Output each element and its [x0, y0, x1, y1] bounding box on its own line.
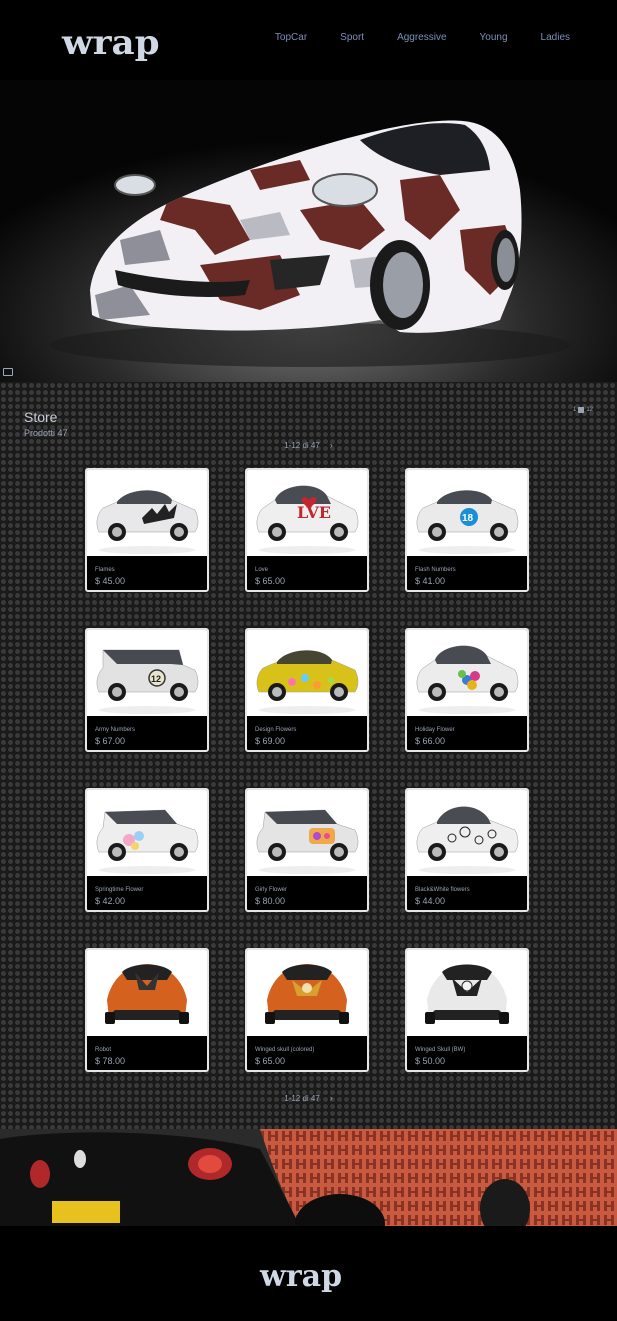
- pager-top: 1-12 di 47 ›: [0, 440, 617, 450]
- product-car-image: [425, 964, 509, 1024]
- chevron-right-icon[interactable]: ›: [330, 1093, 333, 1103]
- product-name[interactable]: Robot: [95, 1047, 111, 1053]
- product-price: $ 66.00: [415, 736, 446, 746]
- product-card[interactable]: Girly Flower $ 80.00: [245, 788, 369, 912]
- product-price: $ 41.00: [415, 576, 446, 586]
- product-image[interactable]: LVE: [247, 470, 367, 556]
- bottom-banner: [0, 1129, 617, 1226]
- product-price: $ 65.00: [255, 576, 286, 586]
- nav-sport[interactable]: Sport: [340, 32, 364, 43]
- product-car-image: [256, 809, 359, 874]
- product-image[interactable]: [247, 630, 367, 716]
- product-card[interactable]: 12 Army Numbers $ 67.00: [85, 628, 209, 752]
- product-price: $ 80.00: [255, 896, 286, 906]
- view-label: 1: [572, 407, 577, 413]
- product-car-image: [265, 964, 349, 1024]
- product-card[interactable]: Design Flowers $ 69.00: [245, 628, 369, 752]
- product-card[interactable]: LVE Love $ 65.00: [245, 468, 369, 592]
- product-car-image: [416, 645, 519, 714]
- product-name[interactable]: Flash Numbers: [415, 567, 456, 573]
- pager-label: 1-12 di 47: [284, 1094, 320, 1103]
- product-name[interactable]: Winged Skull (BW): [415, 1047, 465, 1053]
- product-count: Prodotti 47: [24, 428, 68, 438]
- site-header: wrap TopCar Sport Aggressive Young Ladie…: [0, 0, 617, 80]
- product-card[interactable]: 18 Flash Numbers $ 41.00: [405, 468, 529, 592]
- pager-bottom: 1-12 di 47 ›: [0, 1093, 617, 1103]
- product-car-image: [105, 964, 189, 1024]
- svg-text:18: 18: [462, 513, 474, 524]
- nav-young[interactable]: Young: [480, 32, 508, 43]
- product-car-image: LVE: [256, 485, 359, 554]
- product-card[interactable]: Winged Skull (BW) $ 50.00: [405, 948, 529, 1072]
- main-nav: TopCar Sport Aggressive Young Ladies: [242, 32, 570, 43]
- product-image[interactable]: 12: [87, 630, 207, 716]
- product-price: $ 45.00: [95, 576, 126, 586]
- product-price: $ 67.00: [95, 736, 126, 746]
- product-card[interactable]: Winged skull (colored) $ 65.00: [245, 948, 369, 1072]
- product-car-image: [96, 809, 199, 874]
- view-label-2: 12: [586, 407, 593, 413]
- hero-banner: [0, 80, 617, 382]
- store-title: Store: [24, 409, 58, 425]
- product-card[interactable]: Flames $ 45.00: [85, 468, 209, 592]
- product-car-image: 12: [96, 649, 199, 714]
- product-card[interactable]: Springtime Flower $ 42.00: [85, 788, 209, 912]
- nav-aggressive[interactable]: Aggressive: [397, 32, 446, 43]
- product-car-image: [256, 650, 359, 714]
- site-logo[interactable]: wrap: [62, 26, 160, 60]
- product-image[interactable]: 18: [407, 470, 527, 556]
- product-name[interactable]: Love: [255, 567, 268, 573]
- nav-ladies[interactable]: Ladies: [541, 32, 570, 43]
- product-image[interactable]: [407, 790, 527, 876]
- product-car-image: [416, 806, 519, 874]
- site-footer: wrap: [0, 1226, 617, 1321]
- product-price: $ 44.00: [415, 896, 446, 906]
- product-name[interactable]: Springtime Flower: [95, 887, 143, 893]
- product-name[interactable]: Holiday Flower: [415, 727, 455, 733]
- product-card[interactable]: Black&White flowers $ 44.00: [405, 788, 529, 912]
- product-price: $ 50.00: [415, 1056, 446, 1066]
- product-image[interactable]: [407, 630, 527, 716]
- svg-text:LVE: LVE: [297, 503, 331, 522]
- product-image[interactable]: [87, 470, 207, 556]
- view-toggle[interactable]: 1 12: [573, 407, 593, 413]
- nav-topcar[interactable]: TopCar: [275, 32, 307, 43]
- product-image[interactable]: [87, 790, 207, 876]
- product-name[interactable]: Design Flowers: [255, 727, 296, 733]
- product-card[interactable]: Robot $ 78.00: [85, 948, 209, 1072]
- product-image[interactable]: [407, 950, 527, 1036]
- product-image[interactable]: [87, 950, 207, 1036]
- product-price: $ 65.00: [255, 1056, 286, 1066]
- product-car-image: 18: [416, 490, 519, 554]
- product-name[interactable]: Black&White flowers: [415, 887, 470, 893]
- svg-text:12: 12: [151, 674, 161, 684]
- ferrari-image: [0, 1129, 617, 1226]
- footer-logo[interactable]: wrap: [260, 1262, 342, 1292]
- product-car-image: [96, 490, 199, 554]
- product-price: $ 69.00: [255, 736, 286, 746]
- product-card[interactable]: Holiday Flower $ 66.00: [405, 628, 529, 752]
- product-price: $ 42.00: [95, 896, 126, 906]
- product-name[interactable]: Winged skull (colored): [255, 1047, 314, 1053]
- product-name[interactable]: Girly Flower: [255, 887, 287, 893]
- pager-label: 1-12 di 47: [284, 441, 320, 450]
- product-image[interactable]: [247, 950, 367, 1036]
- hero-car-image: [0, 80, 617, 382]
- store-section: Store Prodotti 47 1 12 1-12 di 47 › Flame…: [0, 382, 617, 1129]
- product-price: $ 78.00: [95, 1056, 126, 1066]
- grid-icon[interactable]: [578, 407, 585, 413]
- chevron-right-icon[interactable]: ›: [330, 440, 333, 450]
- product-name[interactable]: Army Numbers: [95, 727, 135, 733]
- product-name[interactable]: Flames: [95, 567, 115, 573]
- screen-icon[interactable]: [3, 368, 13, 376]
- product-image[interactable]: [247, 790, 367, 876]
